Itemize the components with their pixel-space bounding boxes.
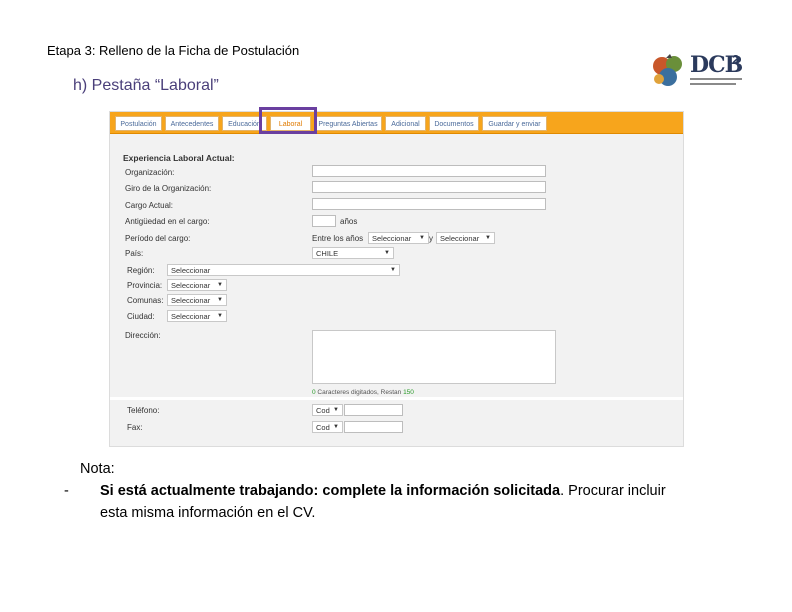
cargo-label: Cargo Actual: <box>125 201 174 210</box>
direccion-textarea[interactable] <box>312 330 556 384</box>
chevron-down-icon: ▼ <box>333 407 339 413</box>
periodo-to-select[interactable]: Seleccionar ▼ <box>436 232 495 244</box>
pais-label: País: <box>125 249 144 258</box>
logo-caption-line <box>690 83 736 85</box>
ciudad-label: Ciudad: <box>127 312 155 321</box>
ciudad-select[interactable]: Seleccionar ▼ <box>167 310 227 322</box>
pais-select[interactable]: CHILE ▼ <box>312 247 394 259</box>
note-line-continued: esta misma información en el CV. <box>100 505 316 521</box>
tab-adicional[interactable]: Adicional <box>385 116 426 131</box>
antiguedad-label: Antigüedad en el cargo: <box>125 217 210 226</box>
char-counter: 0 Caracteres digitados, Restan 150 <box>312 389 414 396</box>
page-title: Etapa 3: Relleno de la Ficha de Postulac… <box>47 43 300 58</box>
provincia-label: Provincia: <box>127 281 163 290</box>
region-label: Región: <box>127 266 155 275</box>
periodo-conj: y <box>429 234 433 243</box>
cargo-input[interactable] <box>312 198 546 210</box>
logo-emblem-icon <box>653 54 682 86</box>
organizacion-input[interactable] <box>312 165 546 177</box>
dcb-logo: DCB 2 <box>648 46 744 92</box>
chevron-down-icon: ▼ <box>333 424 339 430</box>
direccion-label: Dirección: <box>125 331 161 340</box>
form-screenshot: Postulación Antecedentes Educación Labor… <box>109 111 684 447</box>
fax-code-value: Cod <box>316 423 330 432</box>
periodo-to-value: Seleccionar <box>440 234 480 243</box>
fax-label: Fax: <box>127 423 143 432</box>
periodo-from-value: Seleccionar <box>372 234 412 243</box>
logo-caption-line <box>690 78 742 80</box>
comunas-value: Seleccionar <box>171 296 211 305</box>
section-subtitle: h) Pestaña “Laboral” <box>73 77 219 94</box>
provincia-select[interactable]: Seleccionar ▼ <box>167 279 227 291</box>
note-rest-text: . Procurar incluir <box>560 483 666 499</box>
region-value: Seleccionar <box>171 266 211 275</box>
logo-superscript: 2 <box>732 52 740 67</box>
chevron-down-icon: ▼ <box>384 250 390 256</box>
note-bullet: - <box>64 483 69 499</box>
giro-input[interactable] <box>312 181 546 193</box>
ciudad-value: Seleccionar <box>171 312 211 321</box>
chevron-down-icon: ▼ <box>419 235 425 241</box>
fax-input[interactable] <box>344 421 403 433</box>
tab-preguntas-abiertas[interactable]: Preguntas Abiertas <box>314 116 382 131</box>
telefono-code-value: Cod <box>316 406 330 415</box>
comunas-select[interactable]: Seleccionar ▼ <box>167 294 227 306</box>
section-title: Experiencia Laboral Actual: <box>123 153 235 163</box>
tab-antecedentes[interactable]: Antecedentes <box>165 116 219 131</box>
comunas-label: Comunas: <box>127 296 164 305</box>
giro-label: Giro de la Organización: <box>125 184 212 193</box>
chevron-down-icon: ▼ <box>485 235 491 241</box>
chevron-down-icon: ▼ <box>217 313 223 319</box>
telefono-code-select[interactable]: Cod ▼ <box>312 404 343 416</box>
telefono-input[interactable] <box>344 404 403 416</box>
screenshot-divider <box>110 397 683 400</box>
fax-code-select[interactable]: Cod ▼ <box>312 421 343 433</box>
chevron-down-icon: ▼ <box>390 267 396 273</box>
char-counter-text: Caracteres digitados, Restan <box>315 389 404 396</box>
active-tab-highlight <box>259 107 317 134</box>
note-title: Nota: <box>80 461 115 477</box>
chevron-down-icon: ▼ <box>217 297 223 303</box>
periodo-from-select[interactable]: Seleccionar ▼ <box>368 232 429 244</box>
provincia-value: Seleccionar <box>171 281 211 290</box>
tab-postulacion[interactable]: Postulación <box>115 116 162 131</box>
periodo-label: Período del cargo: <box>125 234 191 243</box>
note-block: Nota: - Si está actualmente trabajando: … <box>64 458 666 521</box>
tab-documentos[interactable]: Documentos <box>429 116 479 131</box>
note-line: Si está actualmente trabajando: complete… <box>100 480 666 502</box>
antiguedad-unit: años <box>340 217 358 226</box>
telefono-label: Teléfono: <box>127 406 160 415</box>
periodo-prefix: Entre los años <box>312 234 364 243</box>
antiguedad-input[interactable] <box>312 215 336 227</box>
pais-value: CHILE <box>316 249 339 258</box>
chevron-down-icon: ▼ <box>217 282 223 288</box>
organizacion-label: Organización: <box>125 168 175 177</box>
tab-guardar-enviar[interactable]: Guardar y enviar <box>482 116 547 131</box>
note-bold-text: Si está actualmente trabajando: complete… <box>100 483 561 499</box>
char-remaining: 150 <box>403 389 414 396</box>
region-select[interactable]: Seleccionar ▼ <box>167 264 400 276</box>
tab-bar: Postulación Antecedentes Educación Labor… <box>110 112 683 134</box>
